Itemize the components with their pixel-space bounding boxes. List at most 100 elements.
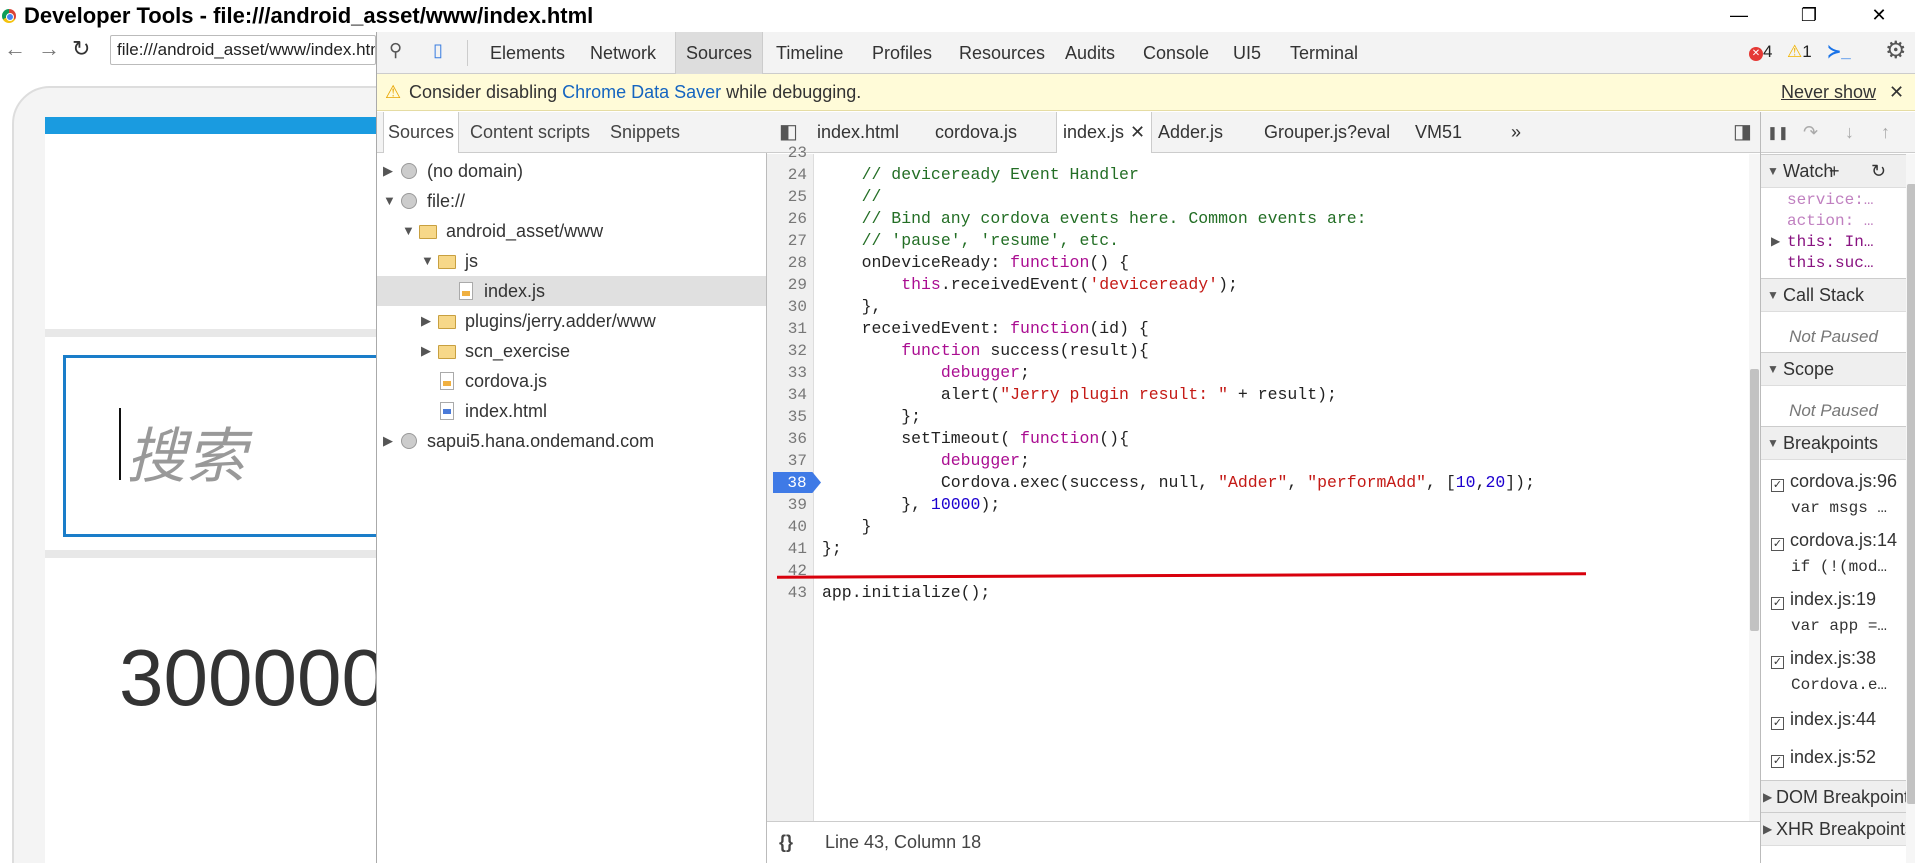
breakpoint-checkbox[interactable]: ✓ xyxy=(1771,597,1784,610)
close-tab-icon[interactable]: ✕ xyxy=(1130,122,1145,142)
tree-item[interactable]: ▼ js xyxy=(377,246,766,276)
collapse-arrow-icon[interactable]: ▼ xyxy=(383,186,396,216)
watch-pane-header[interactable]: ▼ Watch + ↻ xyxy=(1761,154,1906,188)
expand-arrow-icon[interactable]: ▶ xyxy=(421,306,431,336)
console-drawer-icon[interactable]: ≻_ xyxy=(1827,42,1851,62)
breakpoint-item[interactable]: ✓ cordova.js:96 xyxy=(1771,471,1897,492)
device-mode-icon[interactable]: ▯ xyxy=(433,40,443,61)
line-number[interactable]: 24 xyxy=(788,164,807,186)
error-count[interactable]: ✕ 4 xyxy=(1749,42,1772,62)
refresh-watch-icon[interactable]: ↻ xyxy=(1871,155,1886,188)
line-number[interactable]: 40 xyxy=(788,516,807,538)
tree-item[interactable]: ▶ (no domain) xyxy=(377,156,766,186)
forward-icon[interactable]: → xyxy=(38,36,60,62)
tree-item-selected[interactable]: index.js xyxy=(377,276,766,306)
breakpoint-checkbox[interactable]: ✓ xyxy=(1771,717,1784,730)
navigator-tab-sources[interactable]: Sources xyxy=(383,112,460,153)
breakpoint-item[interactable]: ✓ index.js:52 xyxy=(1771,747,1876,768)
line-number[interactable]: 41 xyxy=(788,538,807,560)
breakpoint-item[interactable]: ✓ index.js:38 xyxy=(1771,648,1876,669)
tab-audits[interactable]: Audits xyxy=(1062,32,1118,74)
tree-item[interactable]: ▼ file:// xyxy=(377,186,766,216)
breakpoint-checkbox[interactable]: ✓ xyxy=(1771,656,1784,669)
step-out-icon[interactable]: ↑ xyxy=(1881,122,1890,143)
pretty-print-button[interactable]: {} xyxy=(779,822,793,863)
file-tab-vm51[interactable]: VM51 xyxy=(1411,112,1466,153)
navigator-tab-snippets[interactable]: Snippets xyxy=(606,112,684,153)
watch-expression[interactable]: this: In… xyxy=(1787,233,1873,251)
watch-expression[interactable]: this.suc… xyxy=(1787,254,1873,272)
scrollbar-thumb[interactable] xyxy=(1907,184,1915,804)
file-tab-index-html[interactable]: index.html xyxy=(813,112,903,153)
file-tab-cordova-js[interactable]: cordova.js xyxy=(931,112,1021,153)
step-into-icon[interactable]: ↓ xyxy=(1845,122,1854,143)
breakpoint-item[interactable]: ✓ index.js:19 xyxy=(1771,589,1876,610)
tree-item[interactable]: ▶ sapui5.hana.ondemand.com xyxy=(377,426,766,456)
warning-count[interactable]: ⚠1 xyxy=(1787,42,1812,62)
breakpoint-checkbox[interactable]: ✓ xyxy=(1771,538,1784,551)
search-input[interactable]: 搜索 xyxy=(63,355,376,537)
pause-icon[interactable]: ❚❚ xyxy=(1767,125,1789,141)
breakpoints-pane-header[interactable]: ▼ Breakpoints xyxy=(1761,426,1906,460)
line-number[interactable]: 25 xyxy=(788,186,807,208)
never-show-link[interactable]: Never show xyxy=(1781,74,1876,110)
watch-expression[interactable]: action: … xyxy=(1787,212,1873,230)
sidebar-scrollbar[interactable] xyxy=(1906,154,1915,863)
inspect-element-icon[interactable]: ⚲ xyxy=(389,40,402,61)
line-number[interactable]: 27 xyxy=(788,230,807,252)
call-stack-pane-header[interactable]: ▼ Call Stack xyxy=(1761,278,1906,312)
expand-arrow-icon[interactable]: ▶ xyxy=(383,156,393,186)
xhr-breakpoints-pane-header[interactable]: ▶ XHR Breakpoints xyxy=(1761,812,1914,846)
scope-pane-header[interactable]: ▼ Scope xyxy=(1761,352,1906,386)
editor-scrollbar[interactable] xyxy=(1749,154,1760,821)
chrome-data-saver-link[interactable]: Chrome Data Saver xyxy=(562,82,721,102)
line-number[interactable]: 34 xyxy=(788,384,807,406)
line-number[interactable]: 37 xyxy=(788,450,807,472)
collapse-arrow-icon[interactable]: ▼ xyxy=(402,216,415,246)
line-number[interactable]: 29 xyxy=(788,274,807,296)
breakpoint-checkbox[interactable]: ✓ xyxy=(1771,479,1784,492)
reload-icon[interactable]: ↻ xyxy=(72,36,90,62)
line-number[interactable]: 23 xyxy=(788,142,807,164)
breakpoint-checkbox[interactable]: ✓ xyxy=(1771,755,1784,768)
tab-timeline[interactable]: Timeline xyxy=(773,32,846,74)
collapse-arrow-icon[interactable]: ▼ xyxy=(421,246,434,276)
breakpoint-item[interactable]: ✓ index.js:44 xyxy=(1771,709,1876,730)
tree-item[interactable]: cordova.js xyxy=(377,366,766,396)
tab-resources[interactable]: Resources xyxy=(956,32,1048,74)
settings-gear-icon[interactable]: ⚙ xyxy=(1885,36,1907,65)
toggle-debugger-icon[interactable]: ◨ xyxy=(1729,112,1756,153)
line-number[interactable]: 31 xyxy=(788,318,807,340)
code-area[interactable]: // deviceready Event Handler // // Bind … xyxy=(814,154,1749,821)
line-number[interactable]: 26 xyxy=(788,208,807,230)
tab-profiles[interactable]: Profiles xyxy=(869,32,935,74)
tab-console[interactable]: Console xyxy=(1140,32,1212,74)
scrollbar-thumb[interactable] xyxy=(1750,369,1759,631)
line-number[interactable]: 30 xyxy=(788,296,807,318)
tab-sources[interactable]: Sources xyxy=(675,32,764,74)
file-tab-grouper-js[interactable]: Grouper.js?eval xyxy=(1260,112,1394,153)
line-number[interactable]: 28 xyxy=(788,252,807,274)
step-over-icon[interactable]: ↷ xyxy=(1803,122,1818,143)
expand-arrow-icon[interactable]: ▶ xyxy=(383,426,393,456)
url-bar[interactable]: file:///android_asset/www/index.html xyxy=(110,35,376,65)
more-tabs-icon[interactable]: » xyxy=(1507,112,1525,153)
watch-expression[interactable]: service:… xyxy=(1787,191,1873,209)
tree-item[interactable]: index.html xyxy=(377,396,766,426)
line-number[interactable]: 32 xyxy=(788,340,807,362)
tab-network[interactable]: Network xyxy=(587,32,659,74)
back-icon[interactable]: ← xyxy=(4,36,26,62)
tree-item[interactable]: ▶ scn_exercise xyxy=(377,336,766,366)
file-tab-index-js[interactable]: index.js ✕ xyxy=(1056,112,1153,153)
dom-breakpoints-pane-header[interactable]: ▶ DOM Breakpoints xyxy=(1761,780,1915,814)
expand-arrow-icon[interactable]: ▶ xyxy=(1771,234,1780,249)
tree-item[interactable]: ▶ plugins/jerry.adder/www xyxy=(377,306,766,336)
tab-elements[interactable]: Elements xyxy=(487,32,568,74)
close-window-button[interactable]: ✕ xyxy=(1856,0,1902,32)
tab-ui5[interactable]: UI5 xyxy=(1230,32,1264,74)
line-number-gutter[interactable]: 23 24 25 26 27 28 29 30 31 32 33 34 35 3… xyxy=(767,144,821,821)
expand-arrow-icon[interactable]: ▶ xyxy=(421,336,431,366)
line-number[interactable]: 43 xyxy=(788,582,807,604)
line-number[interactable]: 39 xyxy=(788,494,807,516)
file-tab-adder-js[interactable]: Adder.js xyxy=(1154,112,1227,153)
